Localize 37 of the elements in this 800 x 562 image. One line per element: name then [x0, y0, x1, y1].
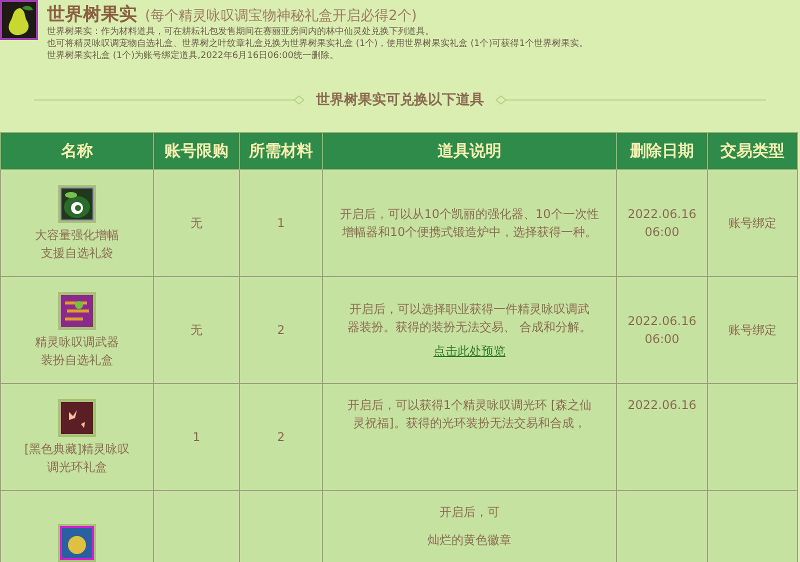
- pear-icon: [0, 0, 38, 40]
- item-description: 开启后，可以获得1个精灵咏叹调光环 [森之仙 灵祝福]。获得的光环装扮无法交易和合成，: [346, 397, 593, 432]
- column-header: 账号限购: [154, 132, 240, 170]
- delete-date: 2022.06.16: [626, 397, 698, 414]
- bag-icon: [57, 184, 97, 224]
- delete-date: 2022.06.16 06:00: [626, 313, 698, 348]
- column-header: 名称: [0, 132, 154, 170]
- badge-icon: [57, 523, 97, 562]
- info-text: 世界树果实：作为材料道具，可在耕耘礼包发售期间在赛丽亚房间内的林中仙灵处兑换下列道具。: [47, 26, 435, 38]
- trade-type: 账号绑定: [728, 323, 776, 337]
- purchase-limit: 无: [190, 323, 202, 337]
- purchase-limit: 无: [190, 216, 202, 230]
- material-count: 2: [277, 430, 285, 444]
- material-count: 2: [277, 323, 285, 337]
- sparkle-icon: [57, 398, 97, 438]
- item-title: 世界树果实: [47, 3, 137, 26]
- item-description: 开启后，可以从10个凯丽的强化器、10个一次性 增幅器和10个便携式锻造炉中，选择获得一种。: [339, 206, 600, 241]
- item-subtitle: (每个精灵咏叹调宝物神秘礼盒开启必得2个): [145, 7, 417, 25]
- material-count: 1: [277, 216, 285, 230]
- column-header: 所需材料: [240, 132, 322, 170]
- item-description: 灿烂的黄色徽章: [426, 532, 512, 549]
- item-description: 开启后，可以选择职业获得一件精灵咏叹调武 器装扮。获得的装扮无法交易、 合成和分解。: [346, 301, 592, 336]
- item-name: 精灵咏叹调武器 装扮自选礼盒: [34, 334, 120, 369]
- info-text: 也可将精灵咏叹调宠物自选礼盒、世界树之叶纹章礼盒兑换为世界树果实礼盒 (1个)，使用世界树果实礼盒 (1个)可获得1个世界树果实。: [47, 38, 588, 50]
- trade-type: 账号绑定: [728, 216, 776, 230]
- item-description: 开启后，可: [438, 504, 500, 521]
- purchase-limit: 1: [192, 430, 200, 444]
- info-text: 世界树果实礼盒 (1个)为账号绑定道具,2022年6月16日06:00统一删除。: [47, 50, 340, 62]
- column-header: 交易类型: [708, 132, 798, 170]
- item-name: [黑色典藏]精灵咏叹 调光环礼盒: [23, 441, 131, 476]
- delete-date: 2022.06.16 06:00: [626, 206, 698, 241]
- item-name: 大容量强化增幅 支援自选礼袋: [34, 227, 120, 262]
- column-header: 删除日期: [616, 132, 708, 170]
- section-title: 世界树果实可兑换以下道具: [316, 91, 484, 109]
- preview-link[interactable]: 点击此处预览: [434, 342, 506, 360]
- emblem-icon: [57, 291, 97, 331]
- column-header: 道具说明: [322, 132, 616, 170]
